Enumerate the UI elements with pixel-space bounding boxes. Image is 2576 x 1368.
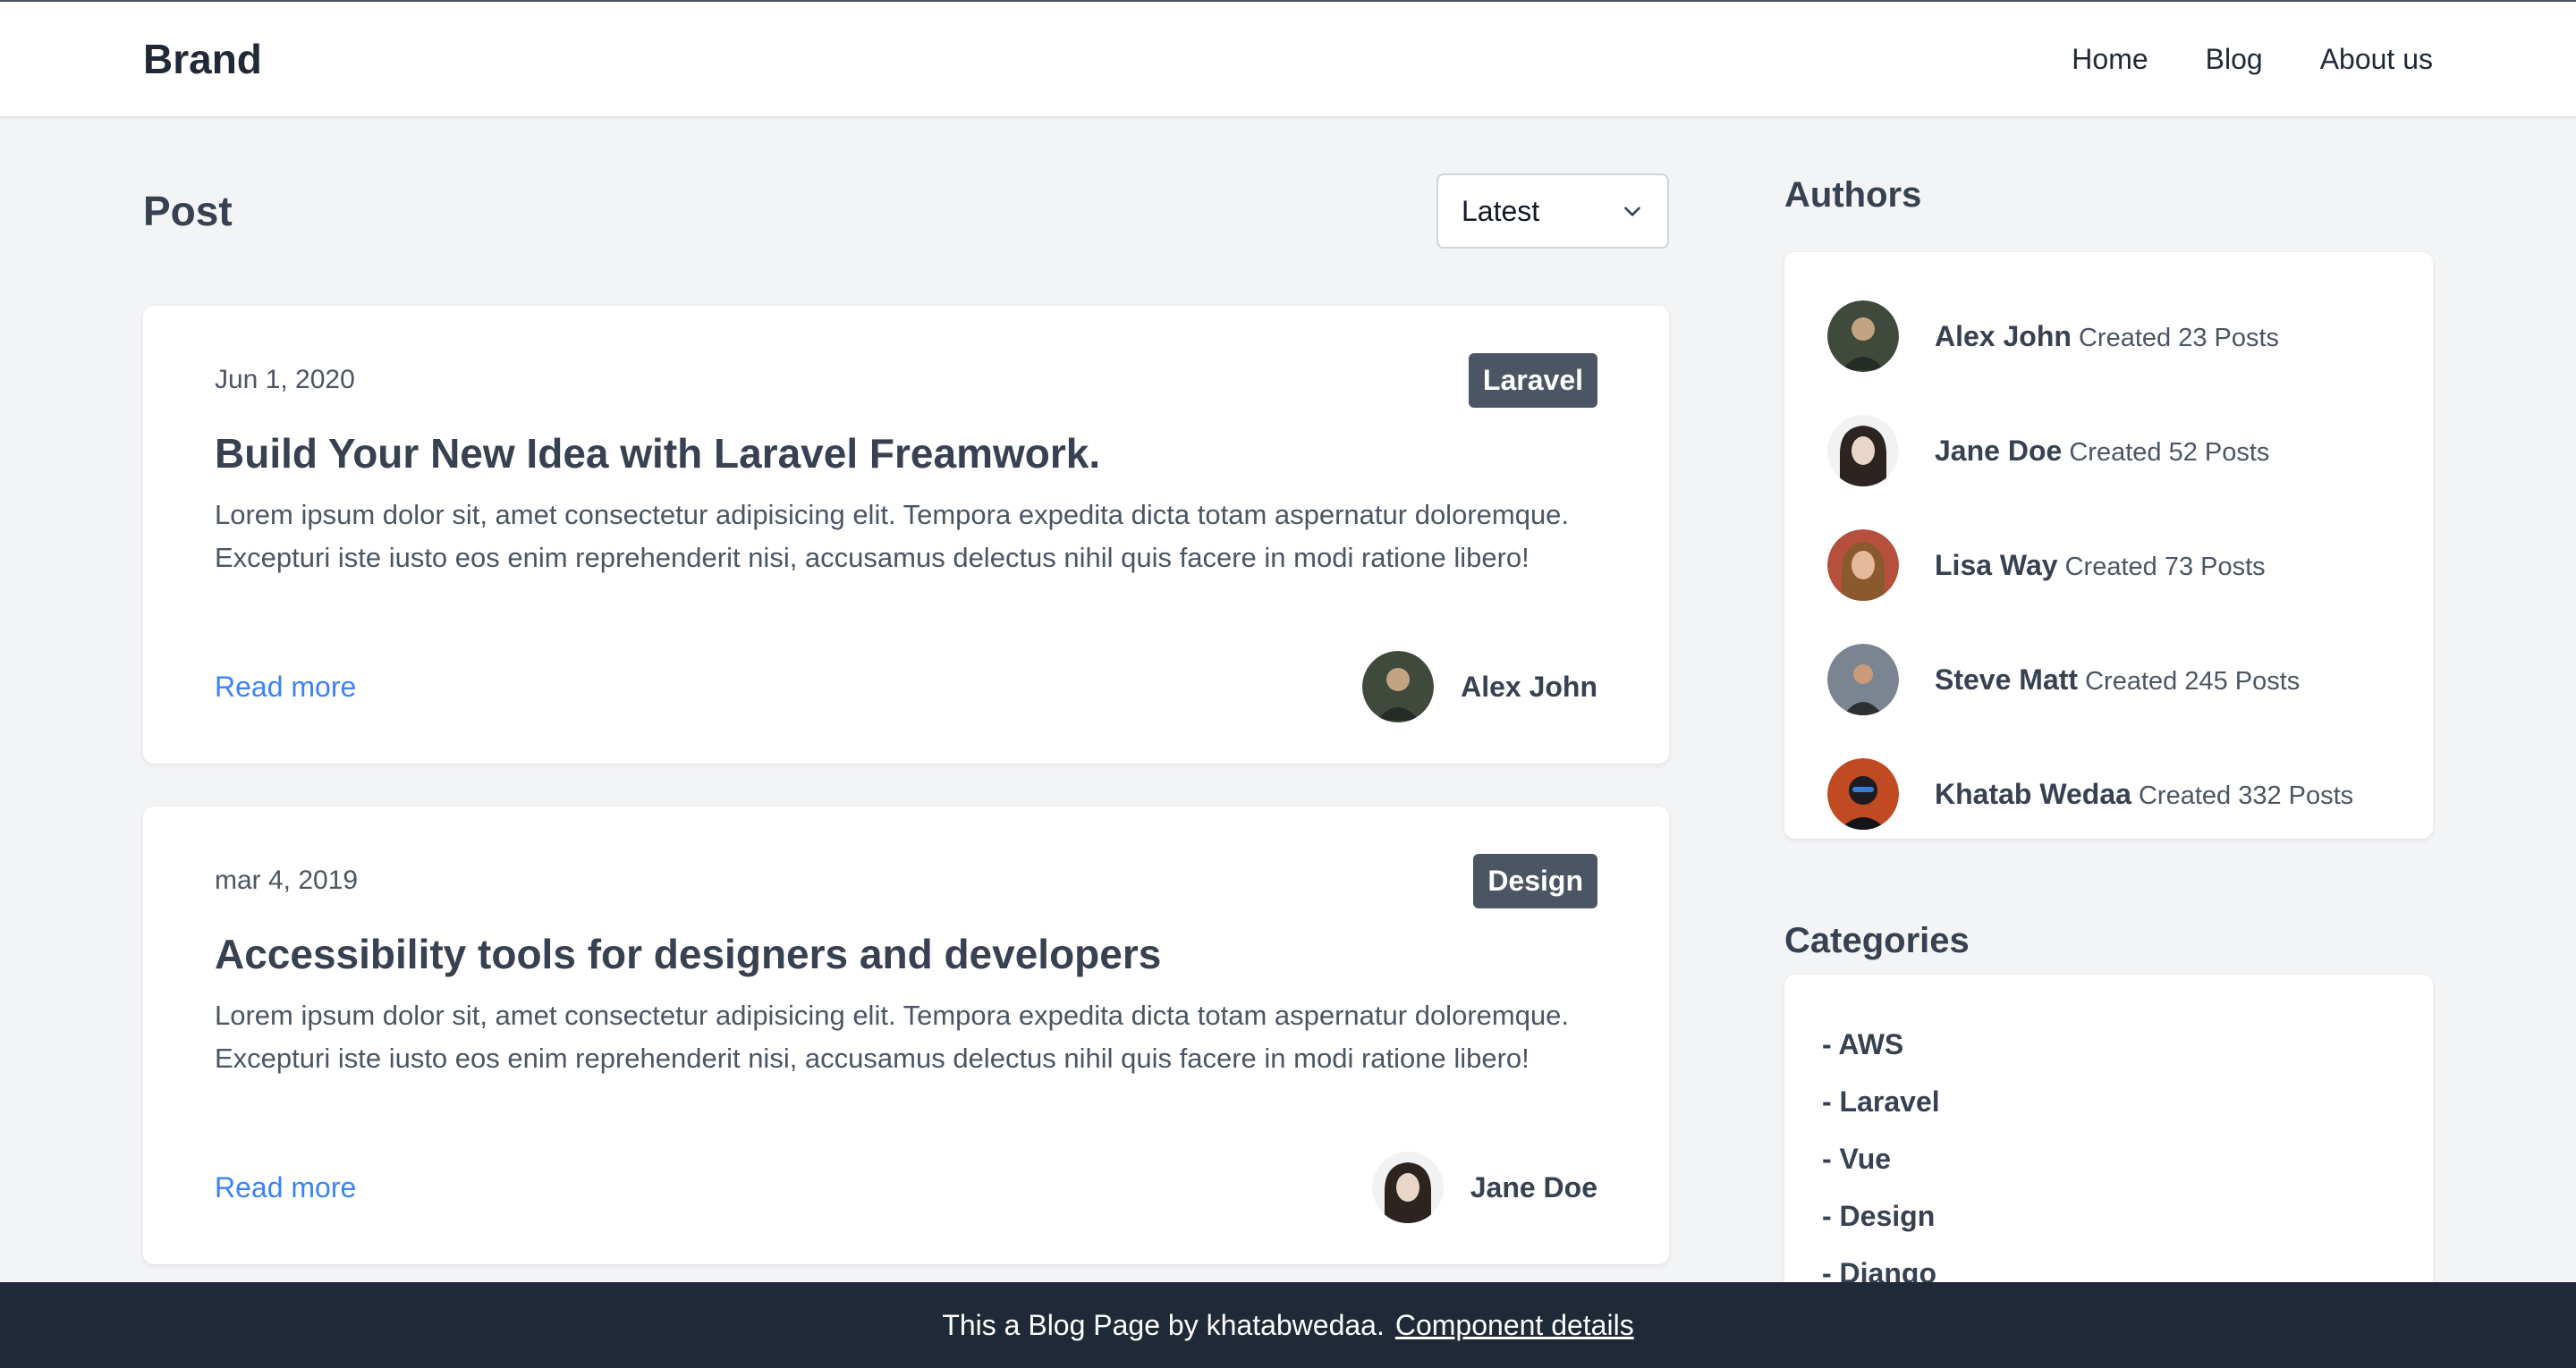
author-name: Lisa Way xyxy=(1935,548,2058,581)
author-name: Khatab Wedaa xyxy=(1935,777,2131,810)
posts-column: Post Latest Jun 1, 2020 Laravel Build Yo… xyxy=(143,116,1669,1307)
sort-select-value: Latest xyxy=(1462,194,1540,227)
avatar xyxy=(1827,758,1899,830)
post-author-name: Jane Doe xyxy=(1470,1170,1597,1203)
post-author[interactable]: Alex John xyxy=(1362,651,1597,722)
avatar xyxy=(1362,651,1435,722)
author-post-count: Created 23 Posts xyxy=(2078,323,2280,352)
read-more-link[interactable]: Read more xyxy=(215,1171,356,1204)
post-title[interactable]: Accessibility tools for designers and de… xyxy=(215,930,1597,978)
author-list-item[interactable]: Jane Doe Created 52 Posts xyxy=(1827,393,2390,508)
author-post-count: Created 245 Posts xyxy=(2085,666,2301,696)
nav-link-about-us[interactable]: About us xyxy=(2320,43,2433,76)
post-date: mar 4, 2019 xyxy=(215,866,359,895)
avatar xyxy=(1827,529,1899,601)
author-post-count: Created 332 Posts xyxy=(2138,781,2354,810)
authors-heading: Authors xyxy=(1784,175,1922,215)
avatar xyxy=(1827,415,1899,486)
sort-select[interactable]: Latest xyxy=(1436,173,1669,249)
avatar xyxy=(1371,1152,1444,1223)
author-name: Jane Doe xyxy=(1935,434,2063,467)
nav-links: Home Blog About us xyxy=(2072,43,2433,76)
author-list-item[interactable]: Lisa Way Created 73 Posts xyxy=(1827,508,2390,622)
author-name: Alex John xyxy=(1935,319,2072,352)
post-card: Jun 1, 2020 Laravel Build Your New Idea … xyxy=(143,306,1669,764)
brand-logo[interactable]: Brand xyxy=(143,35,262,83)
category-link-vue[interactable]: - Vue xyxy=(1822,1130,2395,1187)
post-author-name: Alex John xyxy=(1461,670,1597,703)
post-excerpt: Lorem ipsum dolor sit, amet consectetur … xyxy=(215,1000,1570,1074)
component-details-link[interactable]: Component details xyxy=(1395,1309,1634,1342)
chevron-down-icon xyxy=(1624,207,1640,216)
top-navbar: Brand Home Blog About us xyxy=(0,0,2576,116)
categories-heading: Categories xyxy=(1784,921,1970,960)
category-badge[interactable]: Design xyxy=(1473,853,1597,908)
post-author[interactable]: Jane Doe xyxy=(1371,1152,1597,1223)
authors-list: Alex John Created 23 Posts Jane Doe Crea… xyxy=(1784,252,2433,839)
avatar xyxy=(1827,644,1899,715)
author-list-item[interactable]: Alex John Created 23 Posts xyxy=(1827,279,2390,393)
category-link-design[interactable]: - Design xyxy=(1822,1187,2395,1245)
footer-bar: This a Blog Page by khatabwedaa. Compone… xyxy=(0,1282,2576,1368)
posts-header: Post Latest xyxy=(143,116,1669,306)
post-card: mar 4, 2019 Design Accessibility tools f… xyxy=(143,806,1669,1264)
sidebar: Authors Alex John Created 23 Posts Jane … xyxy=(1784,116,2433,1332)
category-badge[interactable]: Laravel xyxy=(1468,352,1597,408)
nav-link-home[interactable]: Home xyxy=(2072,43,2148,76)
post-title[interactable]: Build Your New Idea with Laravel Freamwo… xyxy=(215,429,1597,477)
read-more-link[interactable]: Read more xyxy=(215,671,356,704)
author-post-count: Created 73 Posts xyxy=(2064,552,2266,581)
category-link-laravel[interactable]: - Laravel xyxy=(1822,1073,2395,1130)
categories-list: - AWS - Laravel - Vue - Design - Django xyxy=(1784,975,2433,1332)
post-date: Jun 1, 2020 xyxy=(215,365,355,394)
author-list-item[interactable]: Khatab Wedaa Created 332 Posts xyxy=(1827,737,2390,851)
avatar xyxy=(1827,300,1899,372)
author-post-count: Created 52 Posts xyxy=(2069,437,2270,467)
author-list-item[interactable]: Steve Matt Created 245 Posts xyxy=(1827,622,2390,737)
author-name: Steve Matt xyxy=(1935,663,2079,696)
page-title: Post xyxy=(143,188,233,234)
post-excerpt: Lorem ipsum dolor sit, amet consectetur … xyxy=(215,499,1570,573)
nav-link-blog[interactable]: Blog xyxy=(2206,43,2263,76)
category-link-aws[interactable]: - AWS xyxy=(1822,1016,2395,1073)
footer-text: This a Blog Page by khatabwedaa. xyxy=(942,1308,1385,1341)
